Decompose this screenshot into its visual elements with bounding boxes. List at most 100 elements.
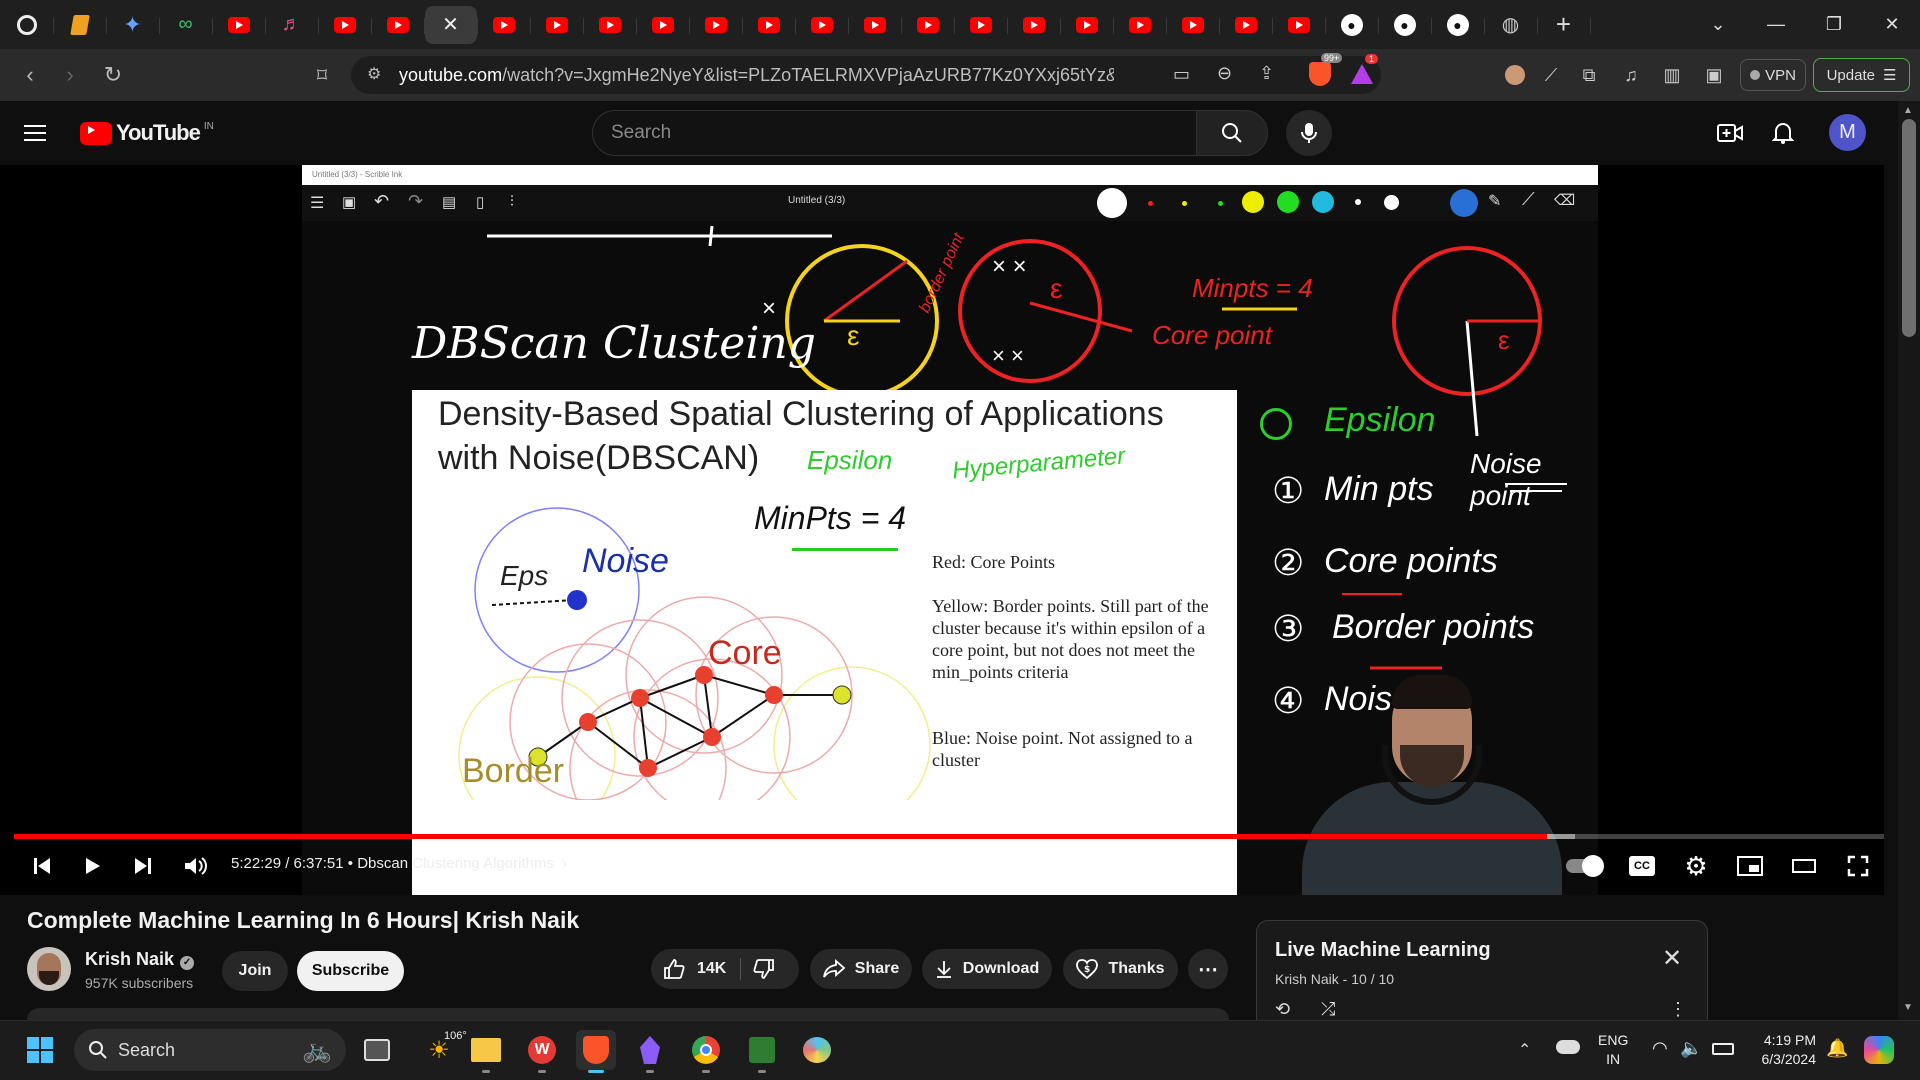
tab-youtube-6[interactable] — [584, 6, 637, 44]
tab-youtube-15[interactable] — [1061, 6, 1114, 44]
tab-notebook[interactable] — [54, 6, 107, 44]
shuffle-button[interactable]: ⤮ — [1321, 999, 1335, 1020]
tab-youtube-8[interactable] — [690, 6, 743, 44]
tab-youtube-3[interactable] — [372, 6, 425, 44]
scroll-up-arrow[interactable]: ▲ — [1903, 105, 1913, 116]
minimize-button[interactable]: — — [1748, 0, 1804, 49]
tab-youtube-18[interactable] — [1220, 6, 1273, 44]
fullscreen-button[interactable] — [1838, 848, 1878, 884]
omnibox[interactable]: ⚙ youtube.com/watch?v=JxgmHe2NyeY&list=P… — [351, 53, 1381, 94]
scroll-down-arrow[interactable]: ▼ — [1903, 1002, 1913, 1013]
search-input[interactable]: Search — [592, 110, 1197, 156]
tab-web[interactable]: ◍ — [1485, 6, 1538, 44]
tab-github-1[interactable]: ● — [1326, 6, 1379, 44]
play-button[interactable] — [72, 848, 112, 884]
tab-youtube-1[interactable] — [213, 6, 266, 44]
extension-avatar-icon[interactable] — [1500, 60, 1530, 90]
chapter-title[interactable]: Dbscan Clustering Algorithms — [357, 855, 554, 872]
download-button[interactable]: Download — [922, 949, 1052, 989]
next-button[interactable] — [123, 848, 163, 884]
task-view-button[interactable] — [357, 1030, 397, 1070]
speaker-icon[interactable]: 🔈 — [1680, 1038, 1702, 1059]
cast-icon[interactable]: ▭ — [1173, 64, 1190, 85]
paint-app-button[interactable] — [797, 1030, 837, 1070]
search-button[interactable] — [1196, 110, 1268, 156]
join-button[interactable]: Join — [222, 951, 288, 991]
reload-button[interactable]: ↻ — [93, 55, 133, 95]
tab-youtube-10[interactable] — [796, 6, 849, 44]
chrome-button[interactable] — [686, 1030, 726, 1073]
settings-button[interactable]: ⚙ — [1676, 848, 1716, 884]
theater-mode-button[interactable] — [1784, 848, 1824, 884]
start-button[interactable] — [20, 1030, 60, 1070]
voice-search-button[interactable] — [1286, 110, 1332, 156]
brave-taskbar-button[interactable] — [576, 1030, 616, 1073]
url-text[interactable]: youtube.com/watch?v=JxgmHe2NyeY&list=PLZ… — [399, 65, 1114, 86]
loop-button[interactable]: ⟲ — [1275, 999, 1290, 1020]
miniplayer-button[interactable] — [1730, 848, 1770, 884]
more-actions-button[interactable]: ⋯ — [1188, 949, 1228, 989]
tab-youtube-5[interactable] — [531, 6, 584, 44]
tab-youtube-16[interactable] — [1114, 6, 1167, 44]
like-button[interactable]: 14K — [663, 958, 742, 980]
subscribe-button[interactable]: Subscribe — [297, 951, 404, 991]
channel-avatar[interactable] — [27, 947, 71, 991]
previous-button[interactable] — [22, 848, 62, 884]
vpn-button[interactable]: VPN — [1740, 59, 1806, 91]
share-icon[interactable]: ⇪ — [1259, 63, 1274, 84]
excel-like-app-button[interactable] — [742, 1030, 782, 1073]
zoom-icon[interactable]: ⊖ — [1217, 63, 1232, 84]
tab-github-3[interactable]: ● — [1432, 6, 1485, 44]
thanks-button[interactable]: $ Thanks — [1063, 949, 1178, 989]
video-frame[interactable]: Untitled (3/3) - Scrible Ink ☰ ▣ ↶ ↷ ▤ ▯… — [302, 165, 1598, 895]
share-button[interactable]: Share — [810, 949, 912, 989]
playlist-more-button[interactable]: ⋮ — [1669, 999, 1687, 1020]
tab-youtube-11[interactable] — [849, 6, 902, 44]
channel-name[interactable]: Krish Naik ✓ — [85, 949, 195, 970]
page-scrollbar-thumb[interactable] — [1902, 119, 1916, 337]
tab-chatgpt[interactable] — [1, 6, 54, 44]
dislike-button[interactable] — [753, 958, 775, 980]
tab-youtube-19[interactable] — [1273, 6, 1326, 44]
extension-icon[interactable]: ⟋ — [1536, 60, 1566, 90]
puzzle-icon[interactable]: ⧉ — [1574, 60, 1604, 90]
tab-youtube-2[interactable] — [319, 6, 372, 44]
youtube-logo[interactable]: YouTube IN — [80, 120, 214, 146]
captions-button[interactable]: CC — [1622, 848, 1662, 884]
update-button[interactable]: Update ☰ — [1813, 58, 1910, 92]
tab-app[interactable]: ∞ — [160, 6, 213, 44]
forward-button[interactable]: › — [50, 55, 90, 95]
restore-button[interactable]: ❐ — [1806, 0, 1862, 49]
hamburger-menu-button[interactable] — [24, 117, 56, 149]
tab-active[interactable]: ✕ — [424, 5, 478, 44]
site-settings-icon[interactable]: ⚙ — [367, 64, 381, 84]
notification-bell-icon[interactable]: 🔔 — [1826, 1038, 1848, 1059]
tab-youtube-13[interactable] — [955, 6, 1008, 44]
bookmark-button[interactable]: ⌑ — [302, 55, 342, 95]
taskbar-search[interactable]: Search 🚲 — [74, 1029, 346, 1071]
file-explorer-button[interactable] — [466, 1030, 506, 1073]
tab-gemini[interactable]: ✦ — [107, 6, 160, 44]
tab-youtube-12[interactable] — [902, 6, 955, 44]
copilot-icon[interactable] — [1864, 1036, 1894, 1064]
tab-youtube-17[interactable] — [1167, 6, 1220, 44]
notifications-button[interactable] — [1768, 118, 1798, 148]
create-button[interactable] — [1715, 118, 1745, 148]
weather-widget[interactable]: ☀ 106° — [412, 1030, 467, 1070]
volume-button[interactable] — [176, 848, 216, 884]
brave-shield-icon[interactable] — [1309, 62, 1331, 86]
autoplay-toggle[interactable] — [1564, 848, 1604, 884]
show-hidden-icons[interactable]: ⌃ — [1518, 1040, 1531, 1060]
obsidian-button[interactable] — [630, 1030, 670, 1073]
close-window-button[interactable]: ✕ — [1864, 0, 1920, 49]
language-indicator[interactable]: ENG IN — [1598, 1031, 1628, 1069]
tab-youtube-9[interactable] — [743, 6, 796, 44]
wifi-icon[interactable]: ◠ — [1652, 1038, 1668, 1059]
avatar[interactable]: M — [1829, 114, 1866, 151]
tab-youtube-7[interactable] — [637, 6, 690, 44]
tab-search-button[interactable]: ⌄ — [1690, 0, 1746, 49]
sidebar-icon[interactable]: ▥ — [1657, 60, 1687, 90]
onedrive-icon[interactable] — [1556, 1040, 1580, 1054]
music-control-icon[interactable]: ♫ — [1616, 60, 1646, 90]
battery-icon[interactable] — [1712, 1043, 1734, 1055]
